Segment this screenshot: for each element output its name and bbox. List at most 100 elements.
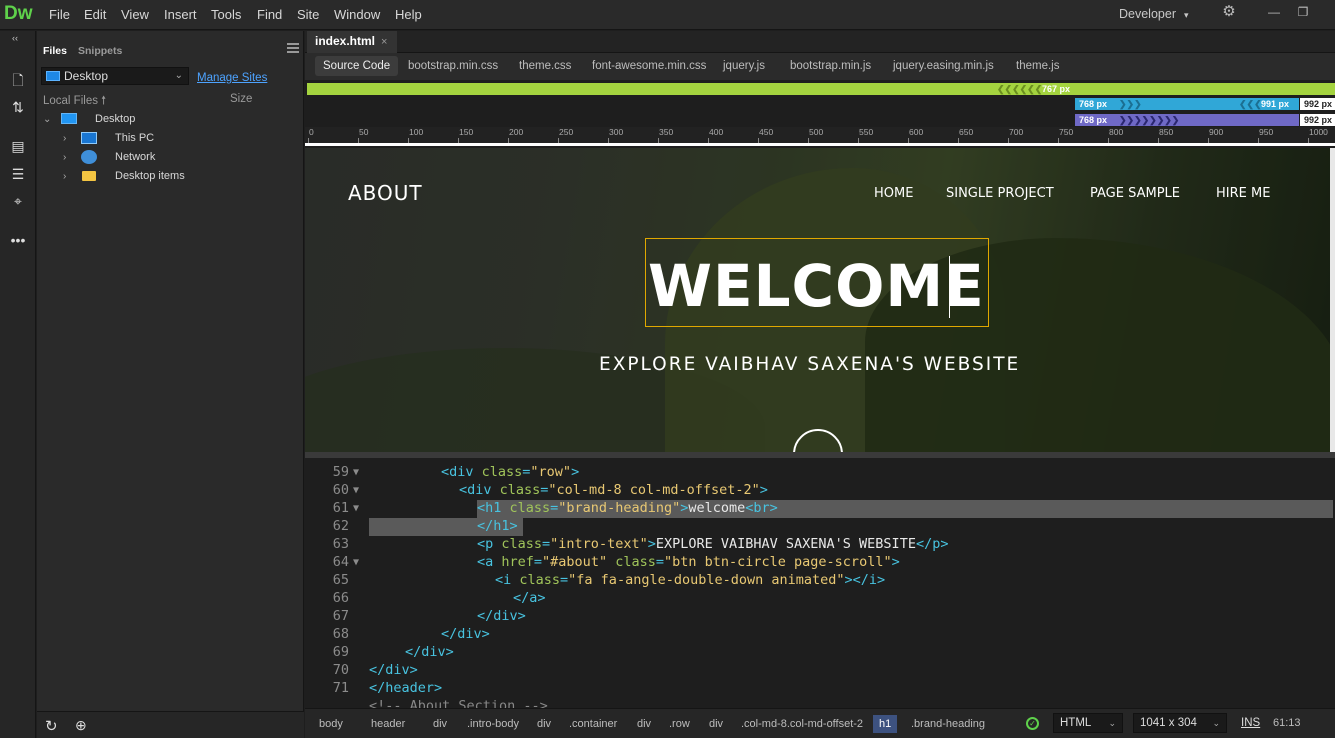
properties-icon[interactable]: ▤ bbox=[9, 137, 27, 155]
related-file-jquery-easing-js[interactable]: jquery.easing.min.js bbox=[893, 60, 994, 72]
minimize-button[interactable]: — bbox=[1264, 4, 1284, 20]
size-column-header[interactable]: Size bbox=[230, 93, 252, 105]
fold-arrow-icon[interactable]: ▼ bbox=[353, 467, 359, 478]
tag-selector-row[interactable]: .row bbox=[663, 715, 696, 733]
window-size-select[interactable]: 1041 x 304 ⌄ bbox=[1133, 713, 1227, 733]
target-icon[interactable]: ⌖ bbox=[9, 192, 27, 210]
menu-view[interactable]: View bbox=[121, 7, 149, 22]
menu-window[interactable]: Window bbox=[334, 7, 380, 22]
ruler-tick bbox=[408, 138, 409, 143]
new-document-icon[interactable]: 🗋 bbox=[9, 71, 27, 89]
code-line: <div class="row"> bbox=[441, 464, 580, 480]
menu-site[interactable]: Site bbox=[297, 7, 319, 22]
menu-edit[interactable]: Edit bbox=[84, 7, 106, 22]
tag-selector-col[interactable]: .col-md-8.col-md-offset-2 bbox=[735, 715, 869, 733]
document-type-select[interactable]: HTML ⌄ bbox=[1053, 713, 1123, 733]
ruler-label: 100 bbox=[409, 127, 424, 137]
linting-ok-icon[interactable]: ✓ bbox=[1026, 717, 1039, 730]
media-query-max-767[interactable]: ❮❮❮❮❮❮ 767 px bbox=[307, 83, 1335, 95]
tag-selector-div[interactable]: div bbox=[427, 715, 453, 733]
more-options-icon[interactable]: ••• bbox=[9, 231, 27, 249]
related-file-bootstrap-css[interactable]: bootstrap.min.css bbox=[408, 60, 498, 72]
status-bar: body header div .intro-body div .contain… bbox=[305, 708, 1335, 738]
media-query-768-up[interactable]: 768 px ❯❯❯❯❯❯❯❯ bbox=[1075, 114, 1299, 126]
ruler-label: 0 bbox=[309, 127, 314, 137]
local-files-header[interactable]: Local Files 🠕 bbox=[43, 93, 106, 112]
ruler-label: 950 bbox=[1259, 127, 1274, 137]
media-query-min-992[interactable]: 992 px bbox=[1300, 98, 1335, 110]
nav-home[interactable]: HOME bbox=[874, 186, 913, 201]
files-panel: Files Snippets Desktop ⌄ Manage Sites Lo… bbox=[37, 31, 304, 738]
related-file-bootstrap-js[interactable]: bootstrap.min.js bbox=[790, 60, 871, 72]
tab-snippets[interactable]: Snippets bbox=[78, 45, 122, 57]
menu-tools[interactable]: Tools bbox=[211, 7, 241, 22]
brand-heading[interactable]: WELCOME bbox=[648, 252, 985, 320]
nav-single-project[interactable]: SINGLE PROJECT bbox=[946, 186, 1054, 201]
related-file-jquery-js[interactable]: jquery.js bbox=[723, 60, 765, 72]
expand-right-icon: › bbox=[63, 171, 67, 182]
ruler-label: 350 bbox=[659, 127, 674, 137]
tag-selector-div[interactable]: div bbox=[703, 715, 729, 733]
tag-selector-intro-body[interactable]: .intro-body bbox=[461, 715, 525, 733]
refresh-icon[interactable]: ↻ bbox=[45, 717, 58, 735]
ruler-tick bbox=[308, 138, 309, 143]
panel-menu-icon[interactable] bbox=[287, 43, 299, 53]
ruler-tick bbox=[458, 138, 459, 143]
collapse-panels-icon[interactable]: ‹‹ bbox=[12, 33, 18, 43]
line-number: 65 bbox=[332, 572, 349, 588]
intro-text[interactable]: EXPLORE VAIBHAV SAXENA'S WEBSITE bbox=[599, 354, 1020, 375]
chevron-down-icon: ⌄ bbox=[1108, 718, 1116, 728]
tree-item-desktop[interactable]: ⌄ Desktop bbox=[43, 113, 135, 125]
code-line: <h1 class="brand-heading">welcome<br> bbox=[477, 500, 778, 516]
tag-selector-div[interactable]: div bbox=[631, 715, 657, 733]
site-select[interactable]: Desktop ⌄ bbox=[41, 67, 189, 85]
restore-button[interactable]: ❐ bbox=[1293, 4, 1313, 20]
tag-selector-div[interactable]: div bbox=[531, 715, 557, 733]
tree-item-label: Desktop bbox=[95, 113, 136, 125]
media-query-768-991[interactable]: 768 px ❯❯❯ ❮❮❮ 991 px bbox=[1075, 98, 1299, 110]
tab-index-html[interactable]: index.html × bbox=[307, 31, 397, 53]
workspace-switcher[interactable]: Developer ▾ bbox=[1119, 7, 1189, 21]
tree-item-this-pc[interactable]: › This PC bbox=[63, 132, 203, 144]
menu-insert[interactable]: Insert bbox=[164, 7, 197, 22]
nav-hire-me[interactable]: HIRE ME bbox=[1216, 186, 1270, 201]
tab-label: index.html bbox=[315, 34, 376, 48]
insert-mode-toggle[interactable]: INS bbox=[1241, 717, 1260, 729]
code-view[interactable]: <div class="container"> 59 ▼ <div class="… bbox=[305, 458, 1335, 708]
fold-arrow-icon[interactable]: ▼ bbox=[353, 485, 359, 496]
ruler-tick bbox=[958, 138, 959, 143]
related-file-theme-js[interactable]: theme.js bbox=[1016, 60, 1059, 72]
tree-item-label: Network bbox=[115, 151, 156, 163]
connect-remote-icon[interactable]: ⊕ bbox=[75, 717, 87, 734]
tag-selector-h1[interactable]: h1 bbox=[873, 715, 898, 733]
menu-help[interactable]: Help bbox=[395, 7, 422, 22]
related-file-font-awesome-css[interactable]: font-awesome.min.css bbox=[592, 60, 706, 72]
tag-selector-brand-heading[interactable]: .brand-heading bbox=[905, 715, 991, 733]
sync-settings-icon[interactable]: ⚙ bbox=[1219, 4, 1239, 20]
close-icon[interactable]: × bbox=[381, 36, 387, 48]
ruler-label: 900 bbox=[1209, 127, 1224, 137]
code-line: <div class="col-md-8 col-md-offset-2"> bbox=[459, 482, 768, 498]
nav-page-sample[interactable]: PAGE SAMPLE bbox=[1090, 186, 1180, 201]
tree-item-desktop-items[interactable]: › Desktop items bbox=[63, 170, 223, 182]
manage-sites-link[interactable]: Manage Sites bbox=[197, 72, 267, 84]
fold-arrow-icon[interactable]: ▼ bbox=[353, 557, 359, 568]
file-transfer-icon[interactable]: ⇅ bbox=[9, 98, 27, 116]
related-file-theme-css[interactable]: theme.css bbox=[519, 60, 571, 72]
tag-selector-container[interactable]: .container bbox=[563, 715, 623, 733]
live-view-scrollbar[interactable] bbox=[1330, 148, 1335, 452]
related-file-source-code[interactable]: Source Code bbox=[315, 56, 399, 76]
media-query-min-992-b[interactable]: 992 px bbox=[1300, 114, 1335, 126]
fold-arrow-icon[interactable]: ▼ bbox=[353, 503, 359, 514]
menu-file[interactable]: File bbox=[49, 7, 70, 22]
tab-files[interactable]: Files bbox=[43, 45, 67, 57]
tag-selector-header[interactable]: header bbox=[365, 715, 411, 733]
ruler-label: 50 bbox=[359, 127, 369, 137]
tree-item-network[interactable]: › Network bbox=[63, 150, 203, 164]
line-number: 68 bbox=[332, 626, 349, 642]
menu-find[interactable]: Find bbox=[257, 7, 282, 22]
line-number: 71 bbox=[332, 680, 349, 696]
dom-panel-icon[interactable]: ☰ bbox=[9, 165, 27, 183]
tag-selector-body[interactable]: body bbox=[313, 715, 349, 733]
site-brand[interactable]: ABOUT bbox=[348, 181, 423, 205]
